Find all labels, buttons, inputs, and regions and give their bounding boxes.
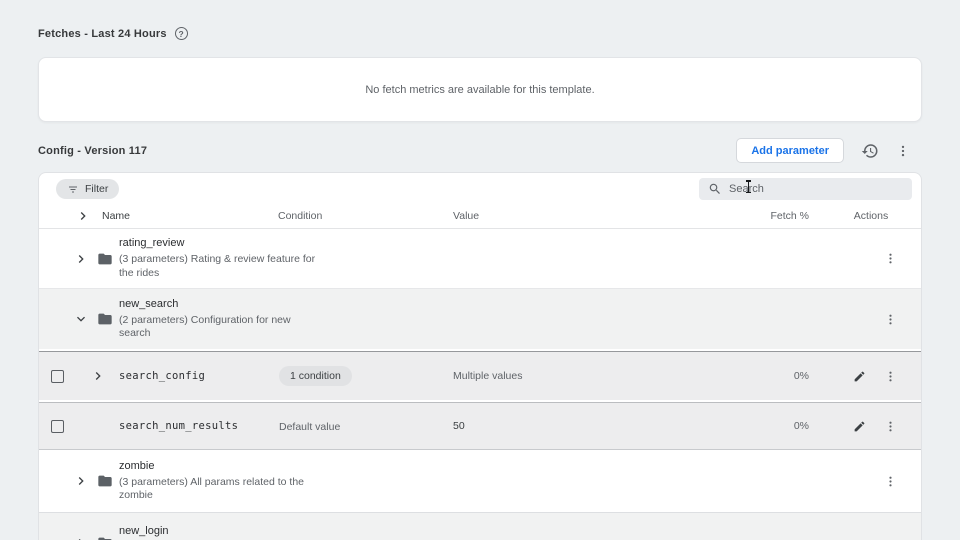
group-name: new_login	[119, 525, 751, 537]
folder-icon	[97, 311, 113, 327]
filter-label: Filter	[85, 183, 108, 195]
config-header-bar: Config - Version 117 Add parameter	[38, 136, 910, 165]
chevron-down-icon[interactable]	[73, 311, 89, 327]
group-name: new_search	[119, 298, 751, 310]
search-input[interactable]	[729, 183, 903, 195]
version-history-icon[interactable]	[861, 142, 879, 160]
search-icon	[708, 182, 722, 196]
parameters-table-card: Filter Name Condition Value Fetch % Acti…	[38, 172, 922, 540]
row-overflow-menu-icon[interactable]	[884, 370, 897, 383]
add-parameter-button[interactable]: Add parameter	[736, 138, 844, 163]
col-header-actions: Actions	[821, 210, 921, 222]
table-row[interactable]: rating_review (3 parameters) Rating & re…	[39, 229, 921, 288]
expand-all-chevron-icon[interactable]	[75, 208, 91, 224]
col-header-condition: Condition	[278, 210, 453, 222]
table-row[interactable]: search_num_results Default value 50 0%	[39, 402, 921, 450]
fetch-percent: 0%	[751, 420, 821, 432]
chevron-right-icon[interactable]	[73, 473, 89, 489]
edit-pencil-icon[interactable]	[853, 420, 866, 433]
filter-icon	[67, 183, 79, 195]
row-overflow-menu-icon[interactable]	[884, 252, 897, 265]
row-checkbox[interactable]	[51, 420, 64, 433]
search-box[interactable]	[699, 178, 912, 200]
group-description: (3 parameters) Rating & review feature f…	[119, 253, 324, 280]
row-overflow-menu-icon[interactable]	[884, 313, 897, 326]
edit-pencil-icon[interactable]	[853, 370, 866, 383]
fetches-title: Fetches - Last 24 Hours	[38, 28, 167, 40]
parameter-value: Multiple values	[453, 370, 751, 382]
table-row[interactable]: search_config 1 condition Multiple value…	[39, 351, 921, 400]
fetches-section-header: Fetches - Last 24 Hours ?	[38, 27, 188, 40]
table-row[interactable]: zombie (3 parameters) All params related…	[39, 450, 921, 512]
chevron-right-icon[interactable]	[90, 368, 106, 384]
row-overflow-menu-icon[interactable]	[884, 475, 897, 488]
parameter-name: search_config	[119, 370, 279, 382]
col-header-fetch: Fetch %	[751, 210, 821, 222]
folder-icon	[97, 473, 113, 489]
condition-label: Default value	[279, 421, 340, 433]
text-cursor-icon	[745, 180, 752, 193]
config-actions: Add parameter	[736, 138, 910, 163]
parameter-value: 50	[453, 420, 751, 432]
filter-button[interactable]: Filter	[56, 179, 119, 199]
group-name: zombie	[119, 460, 751, 472]
condition-badge: 1 condition	[279, 366, 352, 386]
col-header-name: Name	[102, 210, 130, 222]
empty-message: No fetch metrics are available for this …	[365, 84, 594, 96]
table-toolbar: Filter	[39, 173, 921, 203]
parameter-name: search_num_results	[119, 420, 279, 432]
config-version-title: Config - Version 117	[38, 145, 147, 157]
row-checkbox[interactable]	[51, 370, 64, 383]
help-icon[interactable]: ?	[175, 27, 188, 40]
group-description: (3 parameters) All params related to the…	[119, 476, 324, 503]
col-header-value: Value	[453, 210, 751, 222]
group-name: rating_review	[119, 237, 751, 249]
chevron-right-icon[interactable]	[73, 535, 89, 540]
chevron-right-icon[interactable]	[73, 251, 89, 267]
table-row[interactable]: new_search (2 parameters) Configuration …	[39, 288, 921, 349]
fetch-metrics-empty-card: No fetch metrics are available for this …	[38, 57, 922, 122]
row-overflow-menu-icon[interactable]	[884, 420, 897, 433]
table-header-row: Name Condition Value Fetch % Actions	[39, 203, 921, 229]
folder-icon	[97, 535, 113, 540]
group-description: (2 parameters) Configuration for new sea…	[119, 314, 324, 341]
table-row[interactable]: new_login	[39, 512, 921, 540]
fetch-percent: 0%	[751, 370, 821, 382]
folder-icon	[97, 251, 113, 267]
overflow-menu-icon[interactable]	[896, 144, 910, 158]
